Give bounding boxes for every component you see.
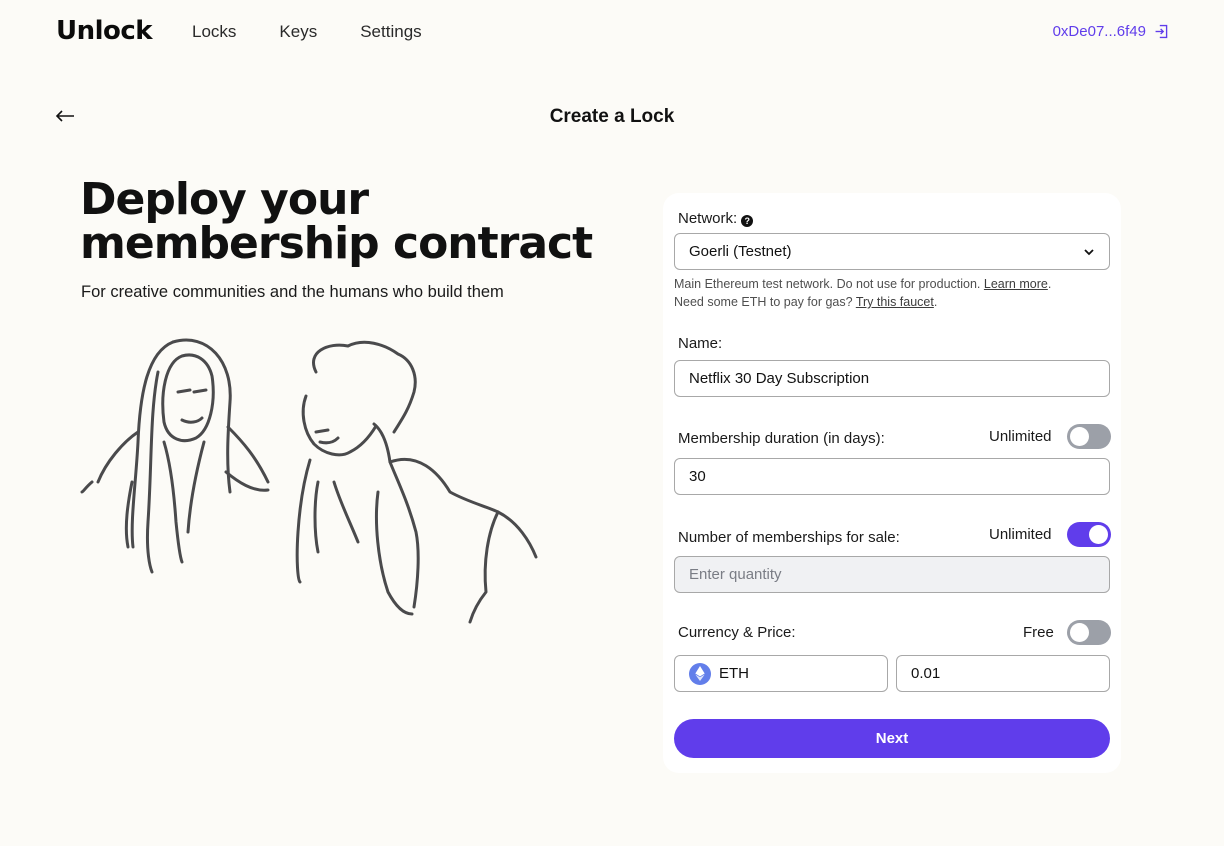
network-hint-text1: Main Ethereum test network. Do not use f… xyxy=(674,277,981,291)
faucet-link[interactable]: Try this faucet xyxy=(856,295,934,309)
network-label-row: Network:? xyxy=(678,210,754,227)
question-mark-icon[interactable]: ? xyxy=(741,215,754,227)
name-label: Name: xyxy=(678,335,723,352)
unlock-logo[interactable]: Unlock xyxy=(56,16,153,46)
wallet-address-button[interactable]: 0xDe07...6f49 xyxy=(1053,23,1170,40)
price-input-value: 0.01 xyxy=(911,665,941,682)
learn-more-link[interactable]: Learn more xyxy=(984,277,1048,291)
hero-title-line2: membership contract xyxy=(80,218,593,269)
hero-title-line1: Deploy your xyxy=(80,174,369,225)
hero-title: Deploy your membership contract xyxy=(80,178,620,266)
logout-icon xyxy=(1155,24,1168,39)
ethereum-icon xyxy=(689,662,711,685)
people-line-illustration xyxy=(80,338,538,624)
price-input[interactable]: 0.01 xyxy=(896,655,1110,692)
network-label: Network: xyxy=(678,210,738,227)
price-label: Currency & Price: xyxy=(678,624,796,641)
name-input-value: Netflix 30 Day Subscription xyxy=(689,370,870,387)
currency-select[interactable]: ETH xyxy=(674,655,888,692)
duration-input-value: 30 xyxy=(689,468,706,485)
nav-item-settings[interactable]: Settings xyxy=(360,22,421,42)
duration-unlimited-label: Unlimited xyxy=(989,428,1052,445)
quantity-unlimited-toggle[interactable] xyxy=(1067,522,1111,547)
name-input[interactable]: Netflix 30 Day Subscription xyxy=(674,360,1110,397)
price-free-label: Free xyxy=(1023,624,1054,641)
duration-unlimited-toggle[interactable] xyxy=(1067,424,1111,449)
price-free-toggle[interactable] xyxy=(1067,620,1111,645)
network-hint-text2: Need some ETH to pay for gas? xyxy=(674,295,853,309)
page-title: Create a Lock xyxy=(549,106,675,127)
next-button[interactable]: Next xyxy=(674,719,1110,758)
network-hint-line1: Main Ethereum test network. Do not use f… xyxy=(674,277,1052,291)
nav-item-locks[interactable]: Locks xyxy=(192,22,236,42)
nav-item-keys[interactable]: Keys xyxy=(279,22,317,42)
quantity-input[interactable]: Enter quantity xyxy=(674,556,1110,593)
network-select-value: Goerli (Testnet) xyxy=(689,243,792,260)
main-nav: Locks Keys Settings xyxy=(192,22,465,42)
network-select[interactable]: Goerli (Testnet) xyxy=(674,233,1110,270)
quantity-label: Number of memberships for sale: xyxy=(678,529,900,546)
currency-value: ETH xyxy=(719,665,749,682)
hero-subtitle: For creative communities and the humans … xyxy=(81,283,504,301)
quantity-unlimited-label: Unlimited xyxy=(989,526,1052,543)
chevron-down-icon xyxy=(1084,249,1094,256)
wallet-address: 0xDe07...6f49 xyxy=(1052,23,1146,40)
quantity-input-placeholder: Enter quantity xyxy=(689,566,782,583)
duration-input[interactable]: 30 xyxy=(674,458,1110,495)
duration-label: Membership duration (in days): xyxy=(678,430,885,447)
network-hint-line2: Need some ETH to pay for gas? Try this f… xyxy=(674,295,938,309)
